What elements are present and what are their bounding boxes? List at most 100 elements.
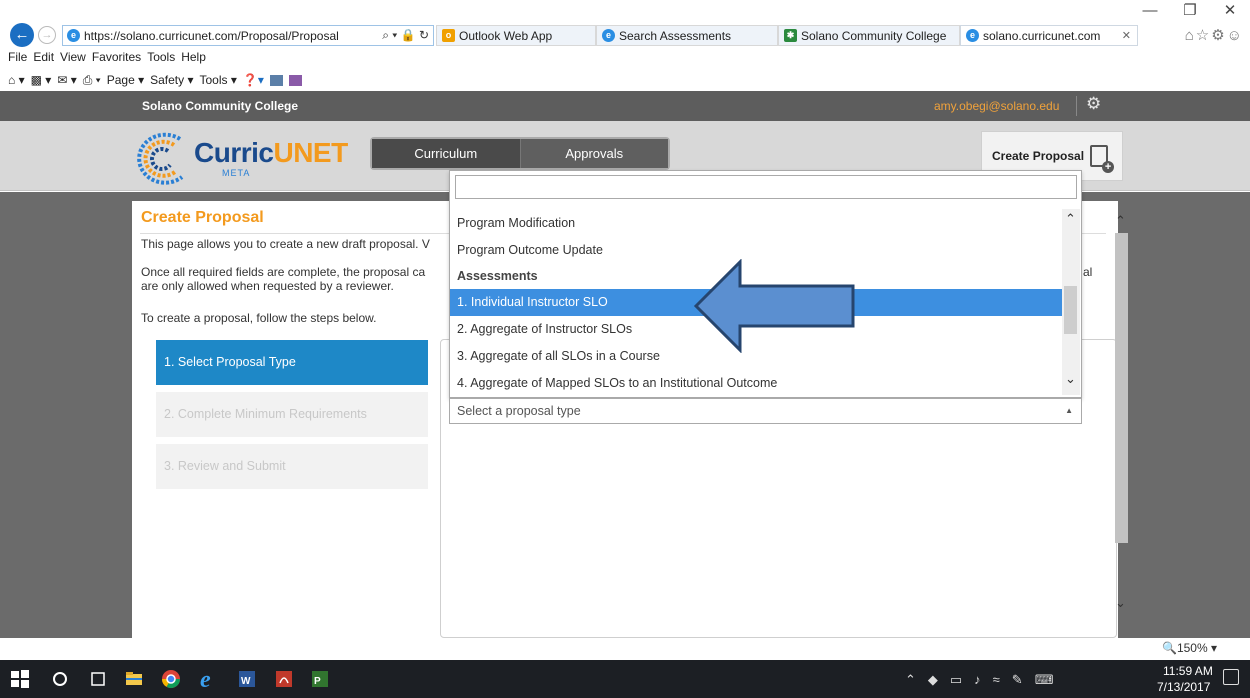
step-complete-minimum-requirements[interactable]: 2. Complete Minimum Requirements — [156, 392, 428, 437]
address-bar[interactable]: e https://solano.curricunet.com/Proposal… — [62, 25, 434, 46]
select-placeholder: Select a proposal type — [457, 404, 581, 418]
caret-up-icon: ▲ — [1065, 406, 1073, 415]
step-select-proposal-type[interactable]: 1. Select Proposal Type — [156, 340, 428, 385]
svg-text:P: P — [314, 676, 321, 687]
search-icon[interactable] — [50, 669, 70, 689]
minimize-icon[interactable]: — — [1130, 0, 1170, 22]
chevron-up-icon[interactable]: ⌃ — [1115, 213, 1126, 229]
create-proposal-label: Create Proposal — [992, 149, 1085, 163]
zoom-icon: 🔍 — [1162, 641, 1177, 655]
ie-icon: e — [966, 29, 979, 42]
logo-subtitle: META — [222, 168, 251, 178]
back-icon[interactable]: ← — [10, 23, 34, 47]
task-view-icon[interactable] — [88, 669, 108, 689]
command-bar: ⌂ ▾ ▩ ▾ ✉ ▾ ⎙ ▾ Page ▾ Safety ▾ Tools ▾ … — [8, 71, 302, 89]
clock-time[interactable]: 11:59 AM — [1163, 664, 1213, 678]
chevron-down-icon[interactable]: ⌄ — [1115, 595, 1126, 611]
forward-icon[interactable]: → — [38, 26, 56, 44]
logo-text-unet: UNET — [273, 137, 348, 168]
menu-edit[interactable]: Edit — [33, 50, 54, 68]
addon-icon[interactable] — [288, 74, 302, 86]
intro-text-fragment: al — [1083, 265, 1093, 279]
address-row: ← → e https://solano.curricunet.com/Prop… — [0, 22, 1250, 49]
svg-text:e: e — [200, 667, 211, 691]
user-email-link[interactable]: amy.obegi@solano.edu — [934, 99, 1059, 113]
page-scrollbar[interactable]: ⌃ ⌄ — [1113, 211, 1130, 618]
window-controls: — ❐ ✕ — [1130, 0, 1250, 22]
ie-icon: e — [602, 29, 615, 42]
project-icon[interactable]: P — [310, 669, 330, 689]
page-title: Create Proposal — [141, 209, 264, 226]
internet-explorer-icon[interactable]: e — [197, 667, 221, 691]
dropdown-search-input[interactable] — [455, 175, 1077, 199]
proposal-type-select[interactable]: Select a proposal type ▲ — [449, 398, 1082, 424]
tab-search-assessments[interactable]: e Search Assessments — [596, 25, 778, 46]
home-icon[interactable]: ⌂ ▾ — [8, 73, 25, 87]
college-name: Solano Community College — [142, 99, 299, 113]
zoom-level[interactable]: 🔍150% ▾ — [1162, 641, 1217, 655]
curricunet-logo-swirl — [137, 132, 184, 185]
cmd-tools[interactable]: Tools ▾ — [200, 73, 237, 87]
close-tab-icon[interactable]: ✕ — [1122, 29, 1131, 42]
tab-solano-college[interactable]: ✱ Solano Community College — [778, 25, 960, 46]
main-nav: Curriculum Approvals — [370, 137, 670, 170]
chevron-down-icon[interactable]: ⌄ — [1065, 371, 1076, 387]
gear-icon[interactable]: ⚙ — [1086, 94, 1101, 114]
mail-icon[interactable]: ✉ ▾ — [57, 73, 76, 87]
intro-text: To create a proposal, follow the steps b… — [141, 311, 377, 325]
nav-approvals[interactable]: Approvals — [519, 139, 668, 168]
restore-icon[interactable]: ❐ — [1170, 0, 1210, 22]
annotation-arrow-icon — [693, 259, 855, 353]
close-icon[interactable]: ✕ — [1210, 0, 1250, 22]
print-icon[interactable]: ⎙ ▾ — [83, 73, 101, 88]
menu-view[interactable]: View — [60, 50, 86, 68]
menu-favorites[interactable]: Favorites — [92, 50, 141, 68]
help-icon[interactable]: ❓▾ — [243, 73, 264, 87]
chrome-icon[interactable] — [161, 669, 181, 689]
menu-tools[interactable]: Tools — [147, 50, 175, 68]
divider — [1076, 96, 1077, 116]
option-aggregate-mapped-slos[interactable]: 4. Aggregate of Mapped SLOs to an Instit… — [450, 370, 1064, 397]
status-bar — [0, 638, 1250, 660]
feeds-icon[interactable]: ▩ ▾ — [31, 73, 52, 87]
tab-label: Outlook Web App — [459, 28, 553, 43]
system-tray-icons[interactable]: ⌃◆▭♪≈✎⌨ — [905, 672, 1065, 688]
clock-date[interactable]: 7/13/2017 — [1157, 680, 1210, 694]
menu-file[interactable]: File — [8, 50, 27, 68]
ie-icon: e — [67, 29, 80, 42]
scrollbar-thumb[interactable] — [1115, 233, 1128, 543]
tab-outlook[interactable]: o Outlook Web App — [436, 25, 596, 46]
file-explorer-icon[interactable] — [124, 669, 144, 689]
chevron-up-icon[interactable]: ⌃ — [1065, 211, 1076, 227]
tab-label: solano.curricunet.com — [983, 28, 1101, 43]
windows-start-icon[interactable] — [10, 669, 30, 689]
intro-text: Once all required fields are complete, t… — [141, 265, 426, 279]
address-url[interactable]: https://solano.curricunet.com/Proposal/P… — [84, 29, 378, 43]
menu-help[interactable]: Help — [181, 50, 206, 68]
tab-curricunet[interactable]: e solano.curricunet.com ✕ — [960, 25, 1138, 46]
svg-text:W: W — [241, 676, 251, 687]
word-icon[interactable]: W — [237, 669, 257, 689]
nav-curriculum[interactable]: Curriculum — [372, 139, 520, 168]
menu-bar: File Edit View Favorites Tools Help — [8, 50, 206, 68]
addon-icon[interactable] — [269, 74, 283, 86]
curricunet-logo[interactable]: CurricUNET — [194, 137, 348, 169]
outlook-icon: o — [442, 29, 455, 42]
cmd-safety[interactable]: Safety ▾ — [150, 73, 193, 87]
address-actions-icon[interactable]: ⌕ ▾ 🔒 ↻ — [378, 28, 433, 43]
cmd-page[interactable]: Page ▾ — [107, 73, 144, 87]
tab-label: Solano Community College — [801, 28, 947, 43]
home-favorites-settings-icons[interactable]: ⌂☆⚙☺ — [1185, 26, 1244, 44]
acrobat-icon[interactable] — [274, 669, 294, 689]
new-document-icon — [1090, 145, 1115, 173]
palm-icon: ✱ — [784, 29, 797, 42]
option-program-modification[interactable]: Program Modification — [450, 210, 1064, 237]
intro-text: This page allows you to create a new dra… — [141, 237, 430, 251]
tab-label: Search Assessments — [619, 28, 732, 43]
logo-text-curric: Curric — [194, 137, 274, 168]
step-review-and-submit[interactable]: 3. Review and Submit — [156, 444, 428, 489]
scrollbar-thumb[interactable] — [1064, 286, 1077, 334]
zoom-value: 150% — [1176, 641, 1208, 655]
dropdown-scrollbar[interactable]: ⌃ ⌄ — [1062, 209, 1080, 395]
notifications-icon[interactable] — [1223, 669, 1239, 685]
